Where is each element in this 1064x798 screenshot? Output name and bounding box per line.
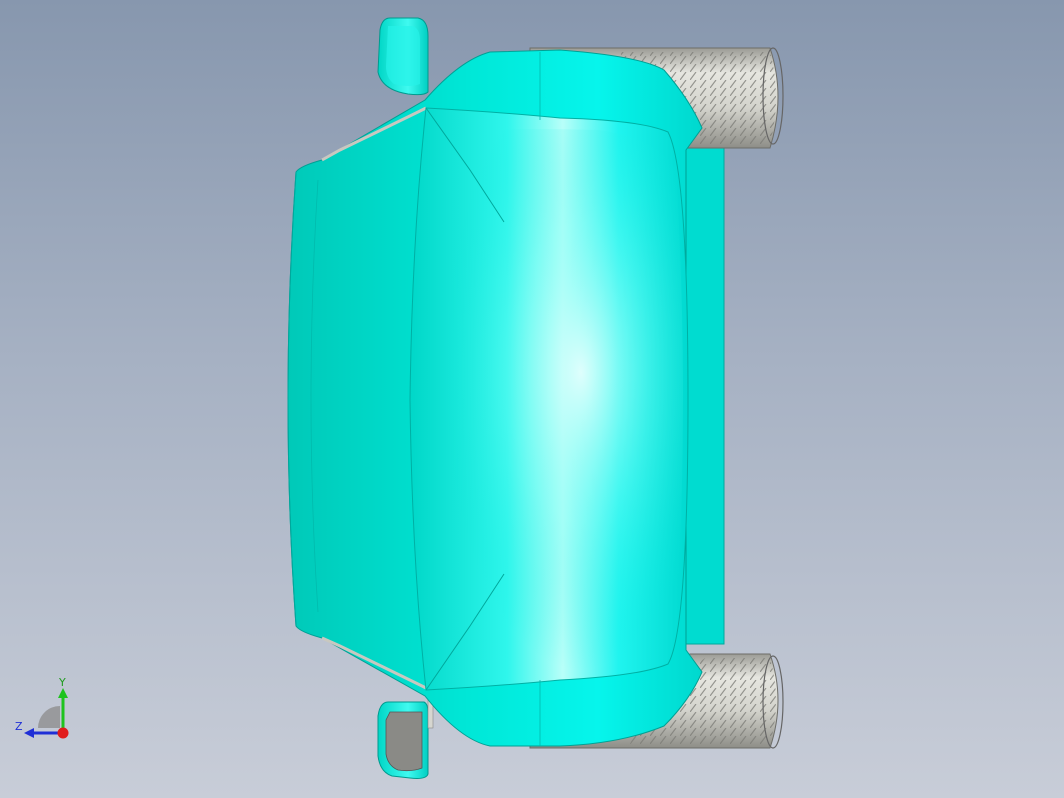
- z-axis-arrow: [24, 728, 34, 738]
- mirror-bottom[interactable]: [377, 697, 434, 779]
- y-axis-arrow: [58, 688, 68, 698]
- mirror-top[interactable]: [377, 17, 429, 96]
- car-body[interactable]: [287, 49, 703, 747]
- 3d-viewport[interactable]: [0, 0, 1064, 798]
- x-axis-origin: [57, 727, 69, 739]
- triad-quadrant: [38, 706, 60, 728]
- coordinate-triad: Y Z: [15, 676, 69, 739]
- z-axis-label: Z: [15, 720, 23, 733]
- y-axis-label: Y: [58, 676, 66, 689]
